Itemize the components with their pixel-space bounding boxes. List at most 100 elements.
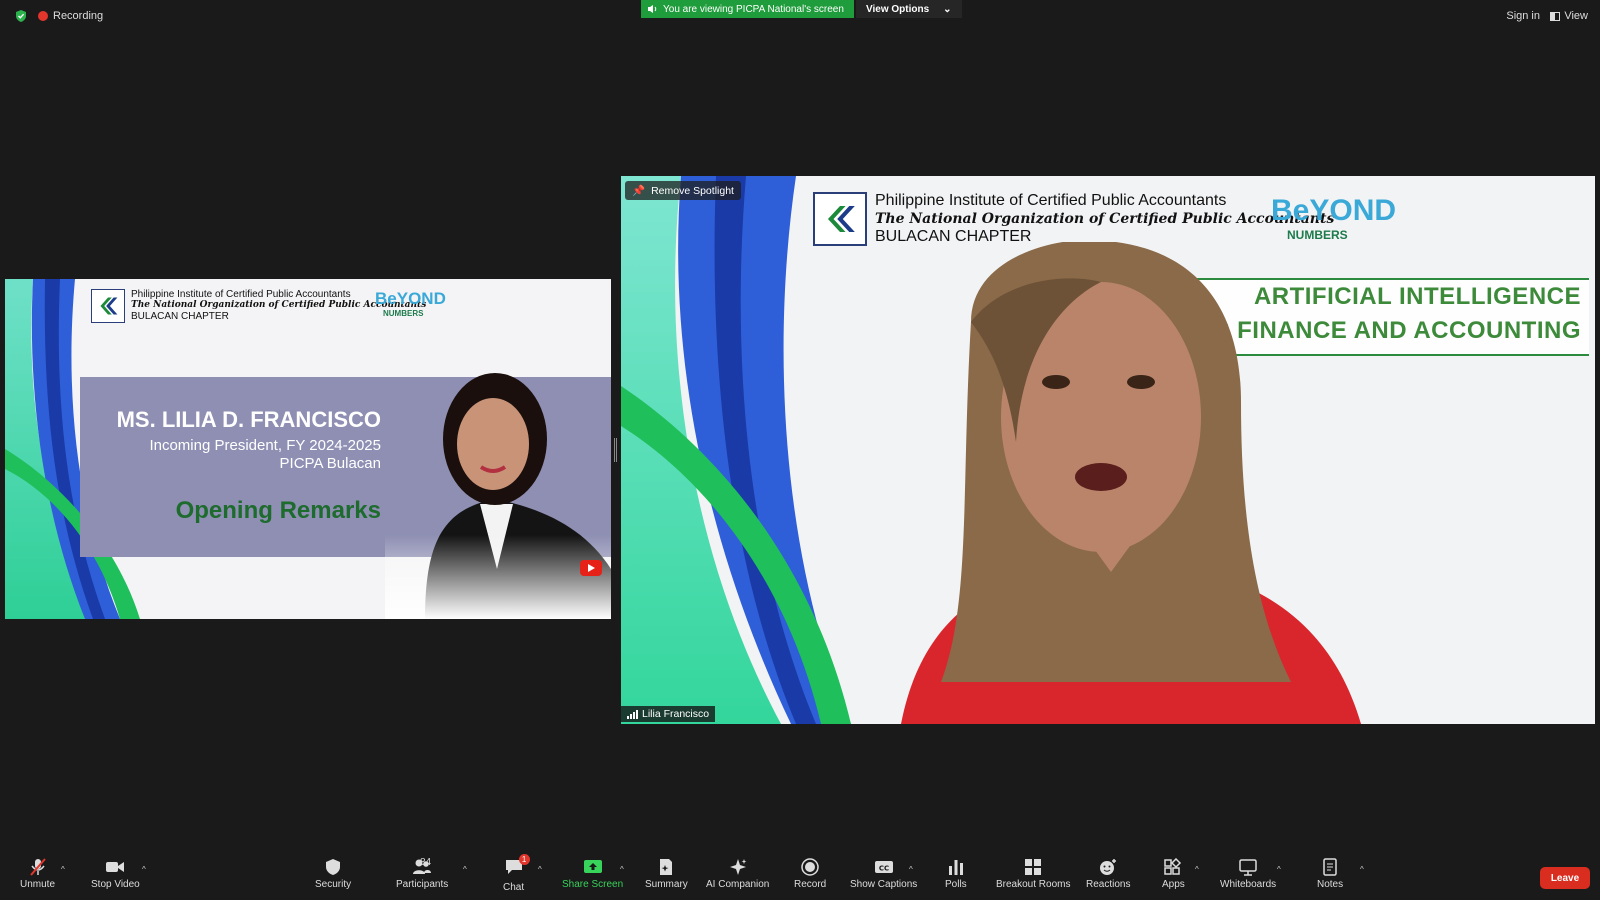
record-label: Record [794, 879, 827, 890]
share-options-caret[interactable]: ^ [620, 865, 624, 874]
apps-label: Apps [1162, 879, 1185, 890]
org-tagline: The National Organization of Certified P… [875, 211, 1335, 227]
participants-button[interactable]: 84 Participants [396, 857, 449, 890]
record-icon [801, 858, 819, 876]
speaker-icon [648, 5, 657, 13]
org-name: Philippine Institute of Certified Public… [875, 192, 1227, 209]
view-label: View [1564, 10, 1588, 22]
chat-unread-badge: 1 [518, 854, 530, 865]
speaker-portrait [385, 339, 611, 619]
youtube-play-icon[interactable] [580, 560, 602, 576]
show-captions-button[interactable]: CC Show Captions [850, 858, 917, 890]
sparkle-icon [729, 859, 747, 875]
picpa-header-large: Philippine Institute of Certified Public… [813, 192, 1334, 246]
whiteboards-button[interactable]: Whiteboards [1220, 858, 1276, 890]
speaker-name: MS. LILIA D. FRANCISCO [116, 407, 381, 432]
breakout-rooms-label: Breakout Rooms [996, 879, 1071, 890]
viewing-banner-text: You are viewing PICPA National's screen [663, 3, 844, 15]
share-screen-label: Share Screen [562, 879, 624, 890]
beyond-numbers-logo: BeYOND NUMBERS [1271, 194, 1396, 242]
captions-options-caret[interactable]: ^ [909, 865, 913, 874]
video-options-caret[interactable]: ^ [142, 865, 146, 874]
polls-label: Polls [945, 879, 967, 890]
zoom-meeting-window: Recording You are viewing PICPA National… [0, 0, 1600, 900]
shared-screen-video[interactable]: Philippine Institute of Certified Public… [5, 279, 611, 619]
muted-mic-icon [29, 858, 46, 876]
security-label: Security [315, 879, 352, 890]
polls-bar-chart-icon [948, 860, 963, 875]
unmute-button[interactable]: Unmute [20, 858, 55, 890]
summary-button[interactable]: Summary [645, 858, 688, 890]
participants-label: Participants [396, 879, 449, 890]
notes-label: Notes [1317, 879, 1344, 890]
view-button[interactable]: View [1550, 10, 1588, 22]
whiteboards-options-caret[interactable]: ^ [1277, 865, 1281, 874]
beyond-numbers-logo: BeYOND NUMBERS [375, 289, 446, 318]
chat-options-caret[interactable]: ^ [538, 865, 542, 874]
speaker-org: PICPA Bulacan [279, 455, 381, 472]
summary-document-icon [660, 859, 673, 875]
speaker-webcam-person [901, 242, 1361, 724]
polls-button[interactable]: Polls [945, 858, 967, 890]
recording-label: Recording [53, 10, 104, 22]
logo-word-numbers: NUMBERS [1287, 228, 1348, 242]
speaker-details: Incoming President, FY 2024-2025 PICPA B… [149, 437, 381, 473]
apps-button[interactable]: Apps [1162, 858, 1185, 890]
view-layout-icon [1550, 11, 1561, 21]
view-options-label: View Options [866, 3, 930, 15]
apps-icon [1164, 858, 1182, 875]
share-screen-icon [583, 860, 602, 873]
notes-options-caret[interactable]: ^ [1360, 865, 1364, 874]
logo-word-beyond: BeYOND [1271, 194, 1397, 227]
remove-spotlight-label: Remove Spotlight [651, 184, 734, 197]
whiteboards-label: Whiteboards [1220, 879, 1277, 890]
summary-label: Summary [645, 879, 688, 890]
signal-strength-icon [627, 709, 638, 719]
video-camera-icon [106, 862, 125, 872]
participants-options-caret[interactable]: ^ [463, 865, 467, 874]
logo-word-numbers: NUMBERS [383, 309, 424, 318]
spotlight-speaker-video[interactable]: Philippine Institute of Certified Public… [621, 176, 1595, 724]
reactions-label: Reactions [1086, 879, 1131, 890]
chat-button[interactable]: 1 Chat [503, 854, 530, 893]
breakout-rooms-grid-icon [1025, 859, 1042, 875]
sign-in-link[interactable]: Sign in [1506, 10, 1540, 22]
svg-text:CC: CC [878, 865, 888, 873]
tile-resize-handle[interactable] [614, 438, 617, 462]
participant-name: Lilia Francisco [642, 708, 710, 720]
session-title: Opening Remarks [175, 497, 381, 524]
ai-companion-label: AI Companion [706, 879, 770, 890]
picpa-logo-icon [813, 192, 867, 246]
participant-name-tag: Lilia Francisco [621, 706, 716, 722]
share-screen-button[interactable]: Share Screen [562, 858, 623, 890]
show-captions-label: Show Captions [850, 879, 918, 890]
chevron-down-icon: ⌄ [943, 3, 952, 15]
remove-spotlight-button[interactable]: 📌 Remove Spotlight [625, 181, 741, 200]
logo-word-beyond: BeYOND [375, 289, 446, 308]
captions-cc-icon: CC [874, 861, 893, 873]
participants-count: 84 [420, 857, 432, 868]
whiteboard-icon [1239, 859, 1257, 876]
reactions-smiley-icon [1100, 859, 1117, 875]
breakout-rooms-button[interactable]: Breakout Rooms [996, 858, 1070, 890]
leave-meeting-button[interactable]: Leave [1540, 867, 1590, 889]
security-shield-icon [326, 859, 341, 875]
stop-video-label: Stop Video [91, 879, 140, 890]
reactions-button[interactable]: Reactions [1086, 858, 1130, 890]
speaker-role: Incoming President, FY 2024-2025 [149, 437, 381, 454]
stop-video-button[interactable]: Stop Video [91, 858, 140, 890]
notes-button[interactable]: Notes [1317, 858, 1343, 890]
record-dot-icon [38, 11, 48, 21]
pin-icon: 📌 [632, 185, 646, 197]
unmute-label: Unmute [20, 879, 56, 890]
view-options-button[interactable]: View Options ⌄ [856, 0, 962, 18]
recording-indicator[interactable]: Recording [14, 9, 103, 23]
security-button[interactable]: Security [315, 858, 351, 890]
chat-label: Chat [503, 882, 525, 893]
audio-options-caret[interactable]: ^ [61, 865, 65, 874]
record-button[interactable]: Record [794, 858, 826, 890]
ai-companion-button[interactable]: AI Companion [706, 858, 769, 890]
security-shield-icon [16, 10, 26, 22]
viewing-screen-banner: You are viewing PICPA National's screen [641, 0, 854, 18]
apps-options-caret[interactable]: ^ [1195, 865, 1199, 874]
